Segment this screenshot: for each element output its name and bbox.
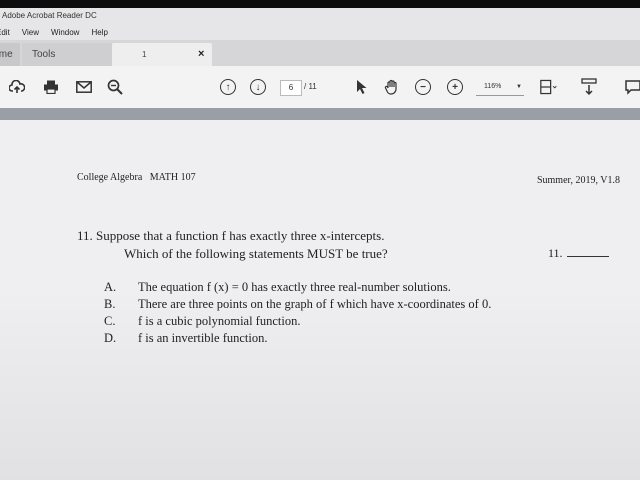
zoom-level-value: 116% — [484, 83, 502, 90]
tab-home[interactable]: Home — [0, 43, 20, 66]
chevron-down-icon: ▼ — [516, 84, 522, 90]
search-zoom-icon[interactable] — [106, 78, 124, 96]
arrow-up-icon: ↑ — [220, 79, 236, 95]
hand-tool-icon[interactable] — [383, 78, 401, 96]
option-c: C. f is a cubic polynomial function. — [104, 314, 300, 329]
menu-edit[interactable]: Edit — [0, 28, 10, 37]
answer-line — [566, 246, 609, 257]
tab-tools[interactable]: Tools — [22, 43, 112, 66]
question-prompt: Which of the following statements MUST b… — [124, 246, 388, 261]
answer-blank: 11. — [548, 246, 609, 261]
tab-tools-label: Tools — [32, 49, 56, 60]
screen: Adobe Acrobat Reader DC Edit View Window… — [0, 0, 640, 480]
menu-bar: Edit View Window Help — [0, 24, 640, 40]
tab-document[interactable]: 1 × — [112, 43, 212, 66]
option-text: f is a cubic polynomial function. — [138, 314, 301, 328]
monitor-bezel — [0, 0, 640, 8]
fit-page-icon[interactable] — [540, 78, 558, 96]
tab-home-label: Home — [0, 49, 13, 60]
page-number-input[interactable]: 6 — [280, 80, 302, 96]
option-text: There are three points on the graph of f… — [138, 297, 492, 311]
arrow-down-icon: ↓ — [250, 79, 266, 95]
option-d: D. f is an invertible function. — [104, 331, 267, 346]
zoom-out-button[interactable]: − — [414, 78, 432, 96]
option-letter: B. — [104, 297, 116, 311]
zoom-in-button[interactable]: + — [446, 78, 464, 96]
option-a: A. The equation f (x) = 0 has exactly thr… — [104, 280, 451, 295]
question-text: 11. Suppose that a function f has exactl… — [77, 228, 385, 243]
print-icon[interactable] — [42, 78, 60, 96]
minus-icon: − — [415, 79, 431, 95]
answer-number: 11. — [548, 246, 563, 260]
course-header: College Algebra MATH 107 — [77, 172, 196, 183]
toolbar-divider — [0, 108, 640, 120]
tab-document-label: 1 — [142, 50, 147, 59]
option-text: The equation f (x) = 0 has exactly three… — [138, 280, 451, 294]
menu-help[interactable]: Help — [91, 28, 107, 37]
menu-window[interactable]: Window — [51, 28, 79, 37]
document-page: College Algebra MATH 107 Summer, 2019, V… — [0, 120, 640, 480]
scroll-mode-icon[interactable] — [580, 78, 598, 96]
select-cursor-icon[interactable] — [353, 78, 371, 96]
page-total: / 11 — [304, 82, 317, 91]
upload-cloud-icon[interactable] — [8, 78, 26, 96]
window-title: Adobe Acrobat Reader DC — [0, 8, 640, 24]
toolbar: ↑ ↓ 6 / 11 − + 116% ▼ — [0, 66, 640, 109]
version-header: Summer, 2019, V1.8 — [536, 175, 620, 186]
option-letter: C. — [104, 314, 116, 328]
close-icon[interactable]: × — [198, 43, 204, 66]
option-letter: D. — [104, 331, 117, 345]
email-icon[interactable] — [75, 78, 93, 96]
next-page-button[interactable]: ↓ — [249, 78, 267, 96]
option-letter: A. — [104, 280, 117, 294]
menu-view[interactable]: View — [22, 28, 39, 37]
comment-icon[interactable] — [624, 78, 640, 96]
plus-icon: + — [447, 79, 463, 95]
option-text: f is an invertible function. — [138, 331, 268, 345]
option-b: B. There are three points on the graph of… — [104, 297, 491, 312]
zoom-level-select[interactable]: 116% ▼ — [476, 79, 524, 96]
previous-page-button[interactable]: ↑ — [219, 78, 237, 96]
tab-bar: Home Tools 1 × — [0, 40, 640, 66]
